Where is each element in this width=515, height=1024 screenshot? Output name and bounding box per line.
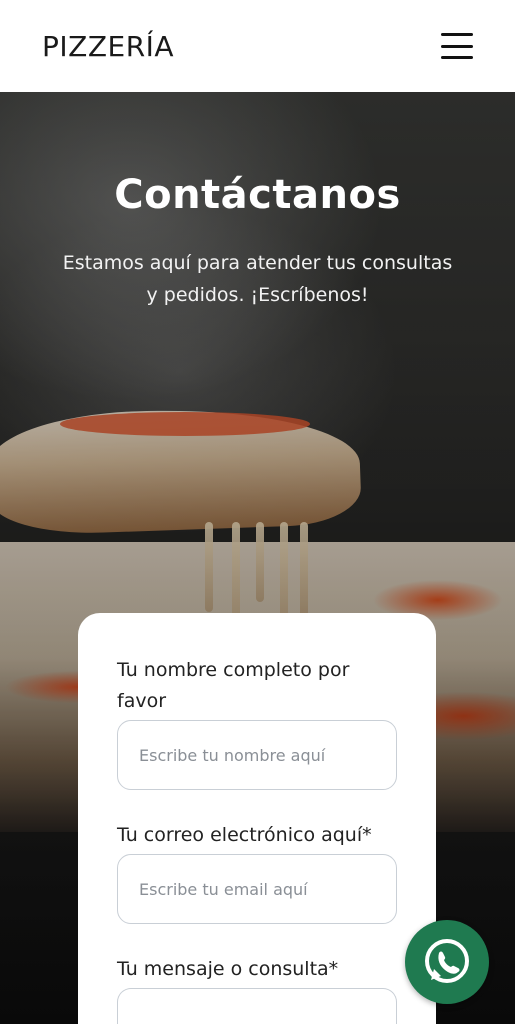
whatsapp-button[interactable] bbox=[405, 920, 489, 1004]
whatsapp-icon bbox=[425, 939, 469, 983]
name-label: Tu nombre completo por favor bbox=[117, 659, 350, 712]
menu-bar-top bbox=[441, 33, 473, 36]
site-header: PIZZERÍA bbox=[0, 0, 515, 92]
hamburger-menu-icon[interactable] bbox=[441, 33, 473, 59]
site-logo[interactable]: PIZZERÍA bbox=[42, 30, 174, 63]
email-input[interactable] bbox=[117, 854, 397, 924]
name-input[interactable] bbox=[117, 720, 397, 790]
menu-bar-bottom bbox=[441, 56, 473, 59]
contact-form: Tu nombre completo por favor Tu correo e… bbox=[78, 613, 436, 1024]
page-subtitle: Estamos aquí para atender tus consultas … bbox=[62, 252, 453, 306]
message-label: Tu mensaje o consulta* bbox=[117, 958, 339, 980]
page-title: Contáctanos bbox=[114, 172, 401, 218]
email-label: Tu correo electrónico aquí* bbox=[117, 824, 372, 846]
menu-bar-middle bbox=[441, 44, 473, 48]
message-textarea[interactable] bbox=[117, 988, 397, 1024]
